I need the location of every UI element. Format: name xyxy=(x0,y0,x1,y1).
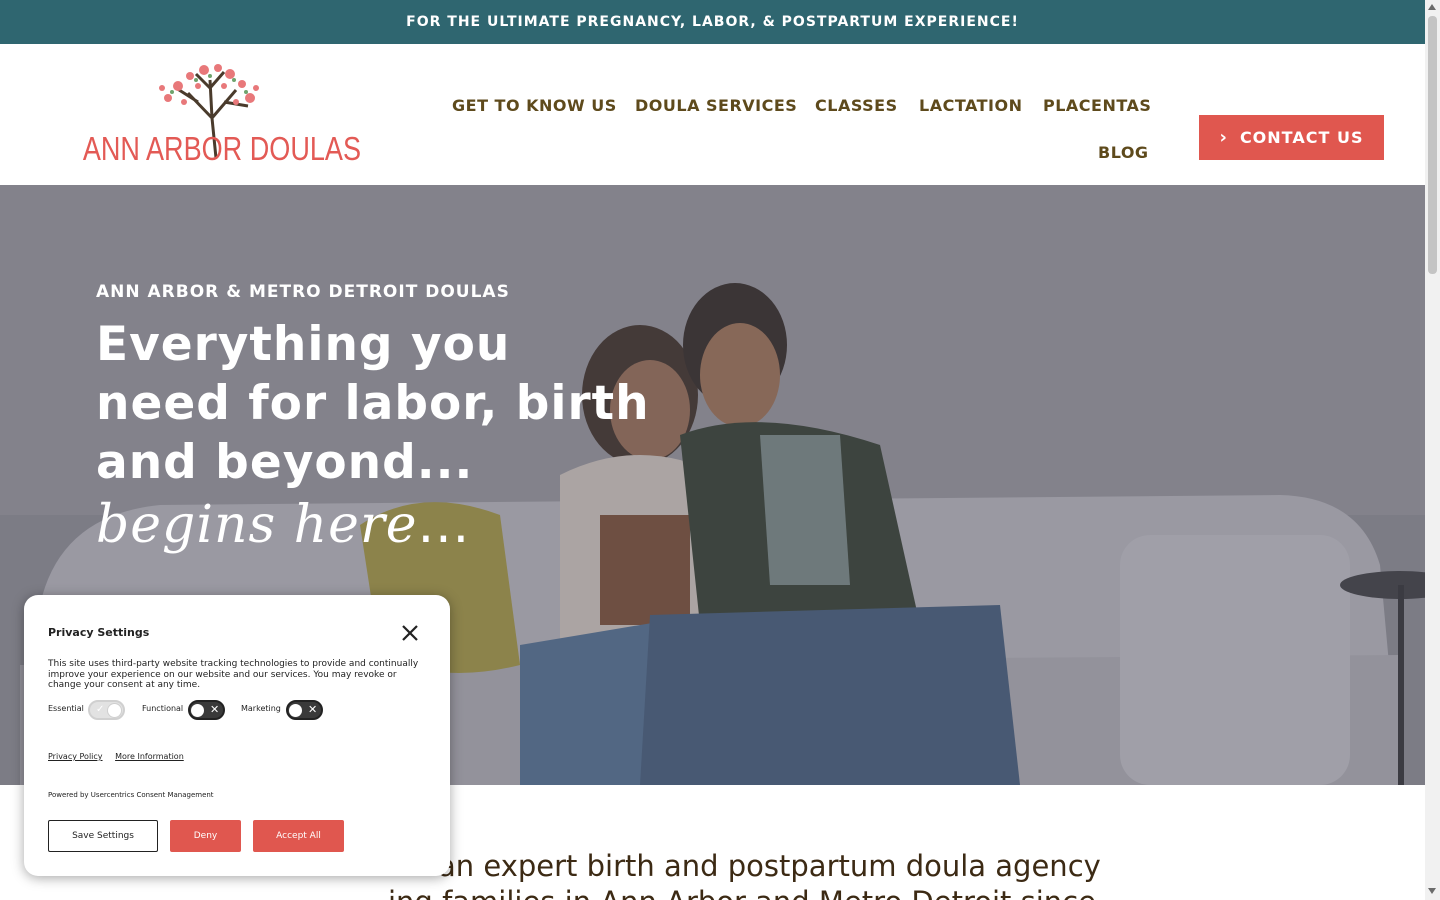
scroll-thumb[interactable] xyxy=(1428,16,1437,274)
intro-line-1: an expert birth and postpartum doula age… xyxy=(438,849,1101,883)
announcement-bar: FOR THE ULTIMATE PREGNANCY, LABOR, & POS… xyxy=(0,0,1425,44)
hero-script-dots: ... xyxy=(417,495,471,555)
toggle-label-marketing: Marketing xyxy=(241,704,281,713)
close-icon[interactable] xyxy=(400,623,420,643)
nav-doula-services[interactable]: DOULA SERVICES xyxy=(635,96,797,115)
marketing-toggle[interactable]: ✕ xyxy=(286,700,323,720)
accept-all-button[interactable]: Accept All xyxy=(253,820,344,852)
hero-script-text: begins here... xyxy=(96,495,470,555)
site-logo[interactable]: ANN ARBOR DOULAS xyxy=(58,58,362,170)
functional-toggle[interactable]: ✕ xyxy=(188,700,225,720)
intro-paragraph: an expert birth and postpartum doula age… xyxy=(330,848,1230,900)
privacy-description: This site uses third-party website track… xyxy=(48,659,419,690)
essential-toggle: ✓ xyxy=(88,700,125,720)
nav-classes[interactable]: CLASSES xyxy=(815,96,898,115)
scroll-down-arrow-icon[interactable] xyxy=(1428,888,1436,894)
page-scrollbar[interactable] xyxy=(1425,0,1440,900)
privacy-policy-link[interactable]: Privacy Policy xyxy=(48,752,103,761)
scroll-up-arrow-icon[interactable] xyxy=(1428,4,1436,10)
nav-blog[interactable]: BLOG xyxy=(1098,143,1149,162)
hero-eyebrow: ANN ARBOR & METRO DETROIT DOULAS xyxy=(96,282,510,302)
toggle-knob xyxy=(108,704,121,717)
chevron-right-icon: › xyxy=(1219,127,1228,148)
toggle-label-essential: Essential xyxy=(48,704,84,713)
more-information-link[interactable]: More Information xyxy=(115,752,184,761)
privacy-title: Privacy Settings xyxy=(48,626,150,639)
logo-wordmark: ANN ARBOR DOULAS xyxy=(82,130,362,167)
toggle-knob xyxy=(289,704,302,717)
toggle-knob xyxy=(191,704,204,717)
site-header: ANN ARBOR DOULAS GET TO KNOW US DOULA SE… xyxy=(0,44,1425,185)
powered-by-text: Powered by Usercentrics Consent Manageme… xyxy=(48,791,214,799)
hero-script-words: begins here xyxy=(96,495,418,555)
contact-us-button[interactable]: › CONTACT US xyxy=(1199,115,1384,160)
hero-title: Everything you need for labor, birth and… xyxy=(96,317,650,490)
nav-get-to-know-us[interactable]: GET TO KNOW US xyxy=(452,96,617,115)
nav-placentas[interactable]: PLACENTAS xyxy=(1043,96,1151,115)
x-icon: ✕ xyxy=(210,703,220,716)
privacy-settings-dialog: Privacy Settings This site uses third-pa… xyxy=(24,595,450,876)
save-settings-button[interactable]: Save Settings xyxy=(48,820,158,852)
consent-toggles: Essential ✓ Functional ✕ Marketing ✕ xyxy=(48,700,428,722)
nav-lactation[interactable]: LACTATION xyxy=(919,96,1023,115)
toggle-label-functional: Functional xyxy=(142,704,184,713)
x-icon: ✕ xyxy=(308,703,318,716)
announcement-text: FOR THE ULTIMATE PREGNANCY, LABOR, & POS… xyxy=(406,14,1019,30)
check-icon: ✓ xyxy=(96,704,105,715)
privacy-links: Privacy Policy More Information xyxy=(48,752,194,761)
contact-us-label: CONTACT US xyxy=(1239,128,1364,147)
deny-button[interactable]: Deny xyxy=(170,820,241,852)
intro-line-2: ing families in Ann Arbor and Metro Detr… xyxy=(388,884,1230,900)
